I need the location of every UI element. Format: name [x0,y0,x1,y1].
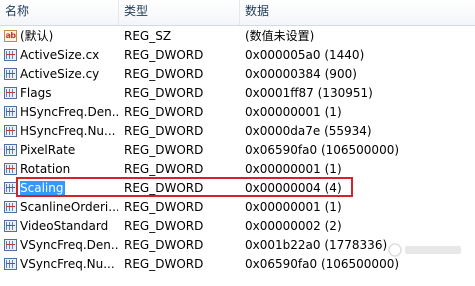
binary-value-icon [4,68,17,80]
string-value-icon: ab [4,30,17,42]
registry-row[interactable]: Flags REG_DWORD 0x0001ff87 (130951) [0,84,475,103]
column-header-name[interactable]: 名称 [0,0,119,25]
value-name: HSyncFreq.Nu... [20,124,116,138]
value-type: REG_DWORD [124,162,204,176]
value-data: 0x06590fa0 (106500000) [245,257,400,271]
value-type: REG_SZ [124,29,172,43]
registry-row[interactable]: ActiveSize.cx REG_DWORD 0x000005a0 (1440… [0,46,475,65]
binary-value-icon [4,239,17,251]
registry-row[interactable]: HSyncFreq.Den... REG_DWORD 0x00000001 (1… [0,103,475,122]
value-name: Scaling [20,179,118,198]
registry-row-selected[interactable]: Scaling REG_DWORD 0x00000004 (4) [0,179,475,198]
value-name: PixelRate [20,143,76,157]
value-data: 0x00000001 (1) [245,200,342,214]
value-type: REG_DWORD [124,238,204,252]
value-data: 0x00000004 (4) [245,181,342,195]
value-type: REG_DWORD [124,124,204,138]
binary-value-icon [4,49,17,61]
registry-row[interactable]: HSyncFreq.Nu... REG_DWORD 0x0000da7e (55… [0,122,475,141]
value-name: VSyncFreq.Nu... [20,257,115,271]
value-type: REG_DWORD [124,219,204,233]
value-name: VideoStandard [20,219,109,233]
binary-value-icon [4,106,17,118]
column-header-row: 名称 类型 数据 [0,0,475,26]
binary-value-icon [4,182,17,194]
value-name: VSyncFreq.Den... [20,238,118,252]
value-name: Flags [20,86,52,100]
value-data: (数值未设置) [245,29,315,43]
value-data: 0x001b22a0 (1778336) [245,238,388,252]
value-name: ScanlineOrderi... [20,200,118,214]
value-type: REG_DWORD [124,48,204,62]
registry-row[interactable]: ActiveSize.cy REG_DWORD 0x00000384 (900) [0,65,475,84]
value-name: Rotation [20,162,71,176]
binary-value-icon [4,258,17,270]
value-name: ActiveSize.cx [20,48,100,62]
value-data: 0x00000002 (2) [245,219,342,233]
binary-value-icon [4,144,17,156]
binary-value-icon [4,125,17,137]
registry-values-list: 名称 类型 数据 ab (默认) REG_SZ (数值未设置) ActiveSi… [0,0,475,286]
value-name: (默认) [20,29,54,43]
value-type: REG_DWORD [124,67,204,81]
value-name: ActiveSize.cy [20,67,100,81]
value-data: 0x000005a0 (1440) [245,48,365,62]
value-data: 0x0001ff87 (130951) [245,86,373,100]
value-data: 0x00000001 (1) [245,162,342,176]
value-data: 0x0000da7e (55934) [245,124,372,138]
column-header-type[interactable]: 类型 [119,0,240,25]
value-type: REG_DWORD [124,257,204,271]
registry-row[interactable]: VideoStandard REG_DWORD 0x00000002 (2) [0,217,475,236]
value-type: REG_DWORD [124,200,204,214]
binary-value-icon [4,163,17,175]
binary-value-icon [4,220,17,232]
value-type: REG_DWORD [124,86,204,100]
binary-value-icon [4,87,17,99]
registry-row[interactable]: VSyncFreq.Den... REG_DWORD 0x001b22a0 (1… [0,236,475,255]
value-type: REG_DWORD [124,105,204,119]
value-data: 0x00000001 (1) [245,105,342,119]
registry-row[interactable]: VSyncFreq.Nu... REG_DWORD 0x06590fa0 (10… [0,255,475,274]
column-header-data[interactable]: 数据 [240,0,475,25]
registry-row[interactable]: ab (默认) REG_SZ (数值未设置) [0,27,475,46]
value-data: 0x06590fa0 (106500000) [245,143,400,157]
binary-value-icon [4,201,17,213]
registry-row[interactable]: ScanlineOrderi... REG_DWORD 0x00000001 (… [0,198,475,217]
selected-value-name[interactable]: Scaling [20,181,66,195]
value-type: REG_DWORD [124,143,204,157]
value-data: 0x00000384 (900) [245,67,357,81]
value-name: HSyncFreq.Den... [20,105,118,119]
value-type: REG_DWORD [124,181,204,195]
registry-row[interactable]: Rotation REG_DWORD 0x00000001 (1) [0,160,475,179]
registry-row[interactable]: PixelRate REG_DWORD 0x06590fa0 (10650000… [0,141,475,160]
